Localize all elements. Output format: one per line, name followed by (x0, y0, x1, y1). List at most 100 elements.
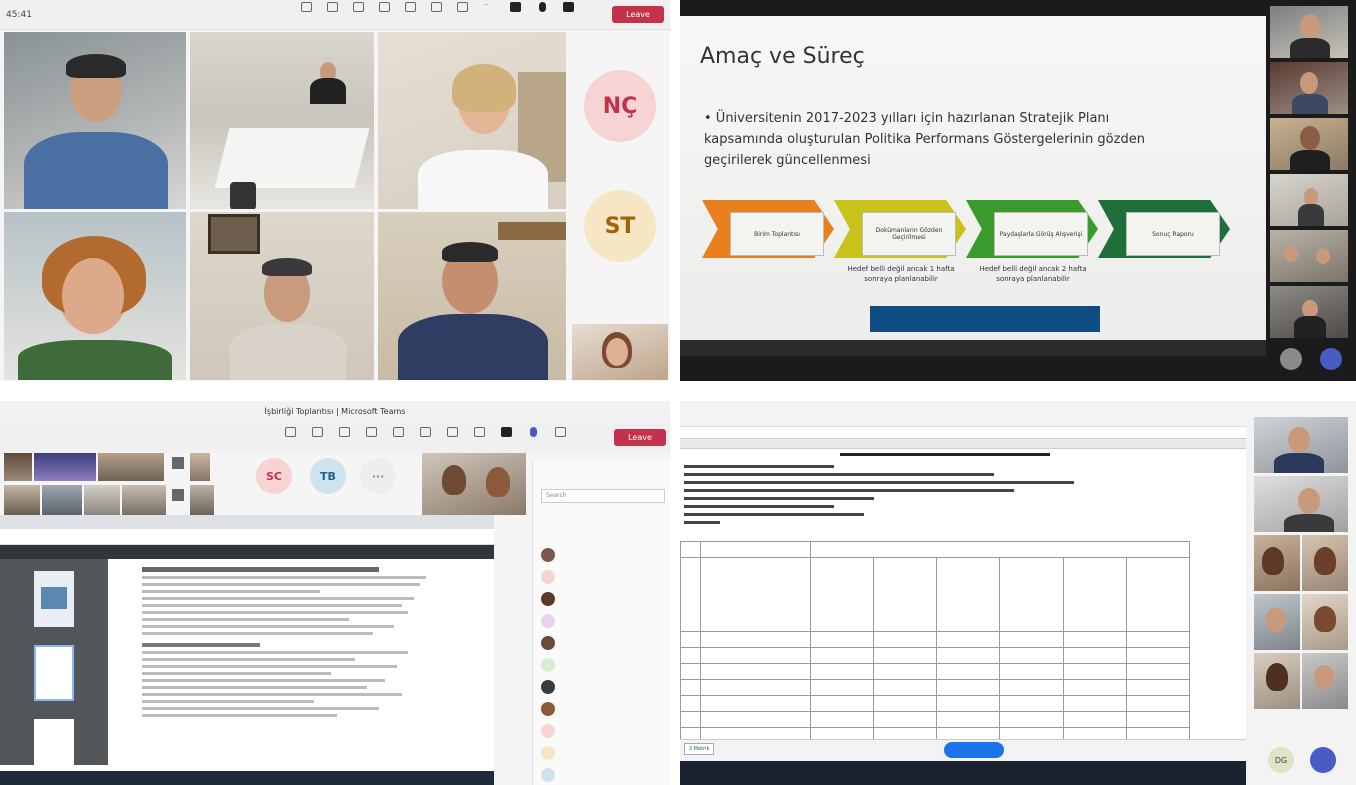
people-button[interactable] (307, 427, 327, 439)
pdf-page-thumb[interactable] (34, 719, 74, 765)
table-cell[interactable] (873, 663, 938, 680)
participant-row[interactable] (541, 567, 669, 587)
table-cell[interactable] (936, 557, 1001, 632)
video-thumbnail[interactable] (190, 485, 214, 515)
table-cell[interactable] (1062, 679, 1127, 696)
video-thumbnail[interactable] (190, 453, 210, 481)
table-cell[interactable] (936, 663, 1001, 680)
table-cell[interactable] (873, 695, 938, 712)
share-button[interactable] (550, 427, 570, 439)
raise-hand-button[interactable] (334, 427, 354, 439)
video-thumbnail[interactable] (1254, 476, 1348, 532)
video-tile[interactable] (190, 32, 374, 209)
video-thumbnail[interactable] (1270, 62, 1348, 114)
table-cell[interactable] (700, 541, 811, 558)
table-cell[interactable] (1125, 557, 1191, 632)
video-tile[interactable] (572, 324, 668, 380)
table-cell[interactable] (999, 557, 1064, 632)
video-thumbnail[interactable] (84, 485, 120, 515)
table-cell[interactable] (809, 679, 875, 696)
table-cell[interactable] (809, 711, 875, 728)
table-cell[interactable] (700, 663, 811, 680)
table-cell[interactable] (999, 663, 1064, 680)
table-cell[interactable] (936, 631, 1001, 648)
react-button[interactable] (361, 427, 381, 439)
table-cell[interactable] (809, 631, 875, 648)
video-thumbnail[interactable] (42, 485, 82, 515)
apps-button[interactable] (469, 427, 489, 439)
video-thumbnail[interactable] (1270, 174, 1348, 226)
participant-row[interactable] (541, 677, 669, 697)
participant-avatar[interactable]: ST (584, 190, 656, 262)
control-button[interactable] (1310, 747, 1336, 773)
table-cell[interactable] (1125, 663, 1191, 680)
table-cell[interactable] (680, 695, 701, 712)
video-thumbnail[interactable] (4, 485, 40, 515)
table-cell[interactable] (1125, 631, 1191, 648)
table-cell[interactable] (700, 631, 811, 648)
video-thumbnail[interactable] (1270, 286, 1348, 338)
pdf-page-thumb[interactable] (34, 645, 74, 701)
table-cell[interactable] (809, 647, 875, 664)
table-cell[interactable] (873, 679, 938, 696)
leave-button[interactable]: Leave (612, 6, 664, 23)
video-thumbnail[interactable] (1270, 118, 1348, 170)
table-cell[interactable] (809, 695, 875, 712)
table-cell[interactable] (810, 541, 1190, 558)
table-cell[interactable] (936, 695, 1001, 712)
pdf-page-thumb[interactable] (34, 571, 74, 627)
table-cell[interactable] (680, 663, 701, 680)
video-thumbnail[interactable] (34, 453, 96, 481)
table-cell[interactable] (700, 695, 811, 712)
table-cell[interactable] (1062, 711, 1127, 728)
table-cell[interactable] (1062, 695, 1127, 712)
notes-button[interactable] (415, 427, 435, 439)
table-cell[interactable] (680, 711, 701, 728)
video-thumbnail[interactable] (4, 453, 32, 481)
participant-row[interactable] (541, 699, 669, 719)
participant-avatar[interactable]: SC (256, 458, 292, 494)
participant-row[interactable] (541, 655, 669, 675)
video-thumbnail[interactable] (172, 457, 184, 469)
chat-button[interactable] (280, 427, 300, 439)
table-cell[interactable] (999, 631, 1064, 648)
table-cell[interactable] (1062, 647, 1127, 664)
video-tile[interactable] (190, 212, 374, 380)
table-cell[interactable] (999, 695, 1064, 712)
video-thumbnail[interactable] (1302, 535, 1348, 591)
table-cell[interactable] (680, 541, 701, 558)
rooms-button[interactable] (442, 427, 462, 439)
more-participants[interactable]: ··· (360, 458, 396, 494)
video-thumbnail[interactable] (1270, 6, 1348, 58)
chat-button[interactable] (296, 2, 316, 14)
table-cell[interactable] (1125, 695, 1191, 712)
table-cell[interactable] (1062, 557, 1127, 632)
participant-avatar[interactable]: NÇ (584, 70, 656, 142)
table-cell[interactable] (873, 631, 938, 648)
video-thumbnail[interactable] (1254, 417, 1348, 473)
self-avatar[interactable] (1280, 348, 1302, 370)
view-button[interactable] (388, 427, 408, 439)
table-cell[interactable] (873, 557, 938, 632)
table-cell[interactable] (809, 663, 875, 680)
table-cell[interactable] (873, 647, 938, 664)
participant-row[interactable] (541, 545, 669, 565)
video-thumbnail[interactable] (122, 485, 166, 515)
table-cell[interactable] (680, 679, 701, 696)
video-thumbnail[interactable] (1254, 653, 1300, 709)
video-tile[interactable] (4, 212, 186, 380)
people-button[interactable] (322, 2, 342, 14)
table-cell[interactable] (680, 557, 701, 632)
video-thumbnail[interactable] (1302, 653, 1348, 709)
table-cell[interactable] (999, 711, 1064, 728)
control-button[interactable] (1320, 348, 1342, 370)
participant-row[interactable] (541, 589, 669, 609)
table-cell[interactable] (1125, 679, 1191, 696)
formula-bar[interactable] (680, 427, 1246, 439)
camera-button[interactable] (496, 427, 516, 439)
view-button[interactable] (400, 2, 420, 14)
table-cell[interactable] (999, 647, 1064, 664)
table-cell[interactable] (1062, 631, 1127, 648)
sheet-tab[interactable]: 2 Metrik (684, 743, 715, 755)
participant-row[interactable] (541, 743, 669, 763)
